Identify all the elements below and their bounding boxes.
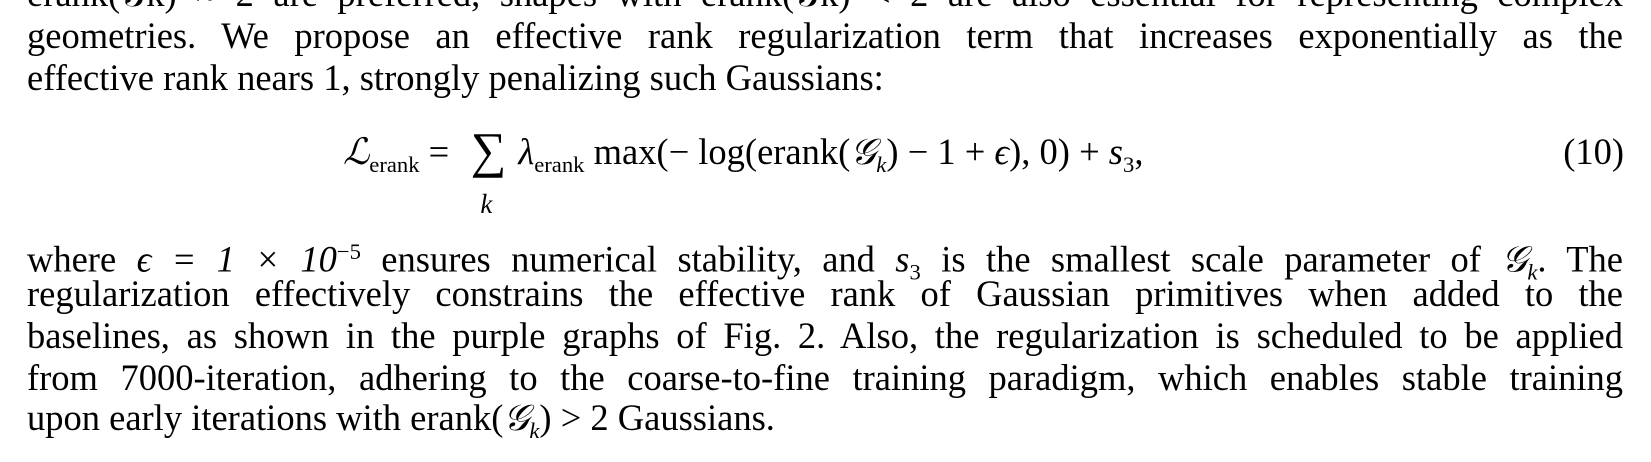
paragraph-line: effective rank nears 1, strongly penaliz…: [27, 57, 884, 98]
equation-body: ℒerank = ∑ k λerank max(− log(erank(𝒢k) − …: [343, 122, 1144, 219]
summation: ∑ k: [458, 122, 518, 219]
equation-text: max(− log(erank(: [584, 131, 851, 172]
sum-symbol: ∑: [470, 122, 507, 178]
paragraph-line-cut: erank(𝒢k) ≈ 2 are preferred, shapes with…: [27, 0, 1623, 15]
loss-symbol: ℒ: [343, 130, 370, 173]
inline-math-exponent: −5: [336, 239, 361, 264]
paragraph-line: upon early iterations with erank(𝒢k) > 2…: [27, 397, 1623, 452]
equation-10: ℒerank = ∑ k λerank max(− log(erank(𝒢k) − …: [0, 125, 1651, 225]
inline-math-gaussian-subscript: k: [529, 417, 540, 443]
paper-page: erank(𝒢k) ≈ 2 are preferred, shapes with…: [0, 0, 1651, 462]
scale-symbol: s: [1108, 131, 1124, 172]
equation-number: (10): [1563, 131, 1624, 172]
lambda-symbol: λ: [518, 131, 535, 172]
equation-text: ), 0) +: [1009, 131, 1109, 172]
lambda-subscript: erank: [534, 151, 585, 177]
paragraph-line: regularization effectively constrains th…: [27, 273, 1623, 314]
gaussian-subscript: k: [876, 151, 887, 177]
equals-sign: =: [419, 131, 459, 172]
paragraph-line: from 7000-iteration, adhering to the coa…: [27, 357, 1623, 398]
loss-subscript: erank: [369, 151, 420, 177]
inline-text: ) > 2 Gaussians.: [539, 397, 775, 438]
epsilon-symbol: ϵ: [994, 131, 1010, 172]
inline-text: upon early iterations with erank(: [27, 397, 504, 438]
sum-index: k: [480, 189, 493, 219]
equation-text: ,: [1134, 131, 1144, 172]
paragraph-line: baselines, as shown in the purple graphs…: [27, 315, 1623, 356]
paragraph-line: geometries. We propose an effective rank…: [27, 15, 1623, 56]
equation-text: ) − 1 +: [886, 131, 995, 172]
scale-subscript: 3: [1123, 151, 1135, 177]
inline-math-gaussian: 𝒢: [503, 397, 530, 439]
gaussian-symbol: 𝒢: [850, 130, 877, 173]
